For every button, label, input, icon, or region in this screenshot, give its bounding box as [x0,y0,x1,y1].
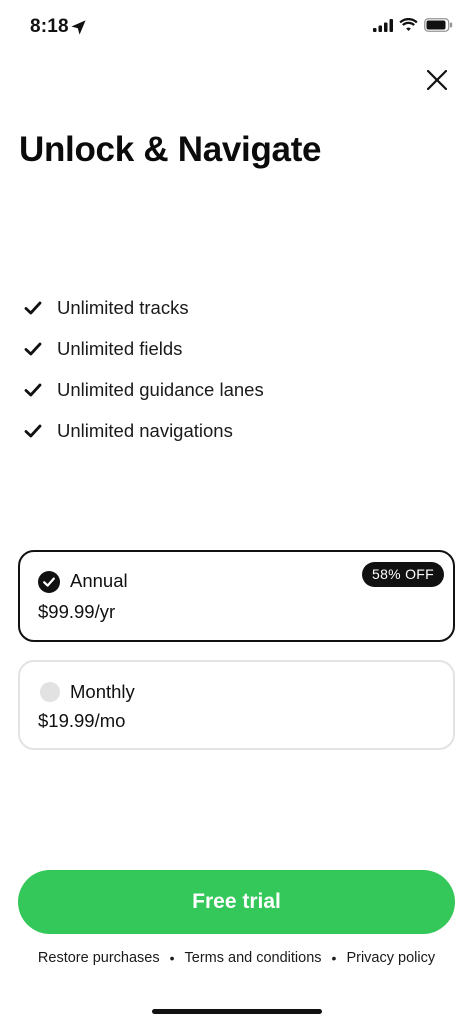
privacy-policy-link[interactable]: Privacy policy [346,950,435,966]
plan-monthly-option[interactable]: Monthly $19.99/mo [18,660,455,750]
discount-badge: 58% OFF [361,562,444,587]
feature-item: Unlimited fields [24,328,264,369]
footer-separator: • [331,950,337,966]
home-indicator[interactable] [152,1009,322,1014]
feature-label: Unlimited navigations [57,419,233,441]
selected-check-circle-icon [38,571,60,593]
checkmark-icon [24,301,42,314]
cellular-signal-icon [373,18,393,32]
checkmark-icon [24,383,42,396]
close-button[interactable] [423,66,451,94]
feature-label: Unlimited fields [57,337,183,359]
plan-price: $99.99/yr [38,601,116,622]
page-title: Unlock & Navigate [19,130,322,169]
free-trial-button[interactable]: Free trial [18,870,455,934]
wifi-icon [399,18,418,31]
status-bar: 8:18 [0,0,473,56]
feature-item: Unlimited tracks [24,287,264,328]
status-time: 8:18 [30,16,69,37]
close-icon [426,69,448,91]
footer-separator: • [169,950,175,966]
feature-item: Unlimited guidance lanes [24,369,264,410]
unselected-radio-icon [40,682,60,702]
status-indicators [373,18,453,32]
plan-price: $19.99/mo [38,710,126,731]
feature-item: Unlimited navigations [24,410,264,451]
checkmark-icon [24,342,42,355]
restore-purchases-link[interactable]: Restore purchases [38,950,160,966]
feature-label: Unlimited guidance lanes [57,378,264,400]
plan-name: Annual [70,570,128,591]
feature-label: Unlimited tracks [57,296,189,318]
checkmark-icon [24,424,42,437]
battery-icon [424,18,453,32]
plan-name: Monthly [70,681,135,702]
plan-annual-option[interactable]: Annual $99.99/yr 58% OFF [18,550,455,642]
footer-links: Restore purchases • Terms and conditions… [0,950,473,966]
terms-link[interactable]: Terms and conditions [185,950,322,966]
location-arrow-icon [71,20,86,35]
feature-list: Unlimited tracks Unlimited fields Unlimi… [24,287,264,451]
